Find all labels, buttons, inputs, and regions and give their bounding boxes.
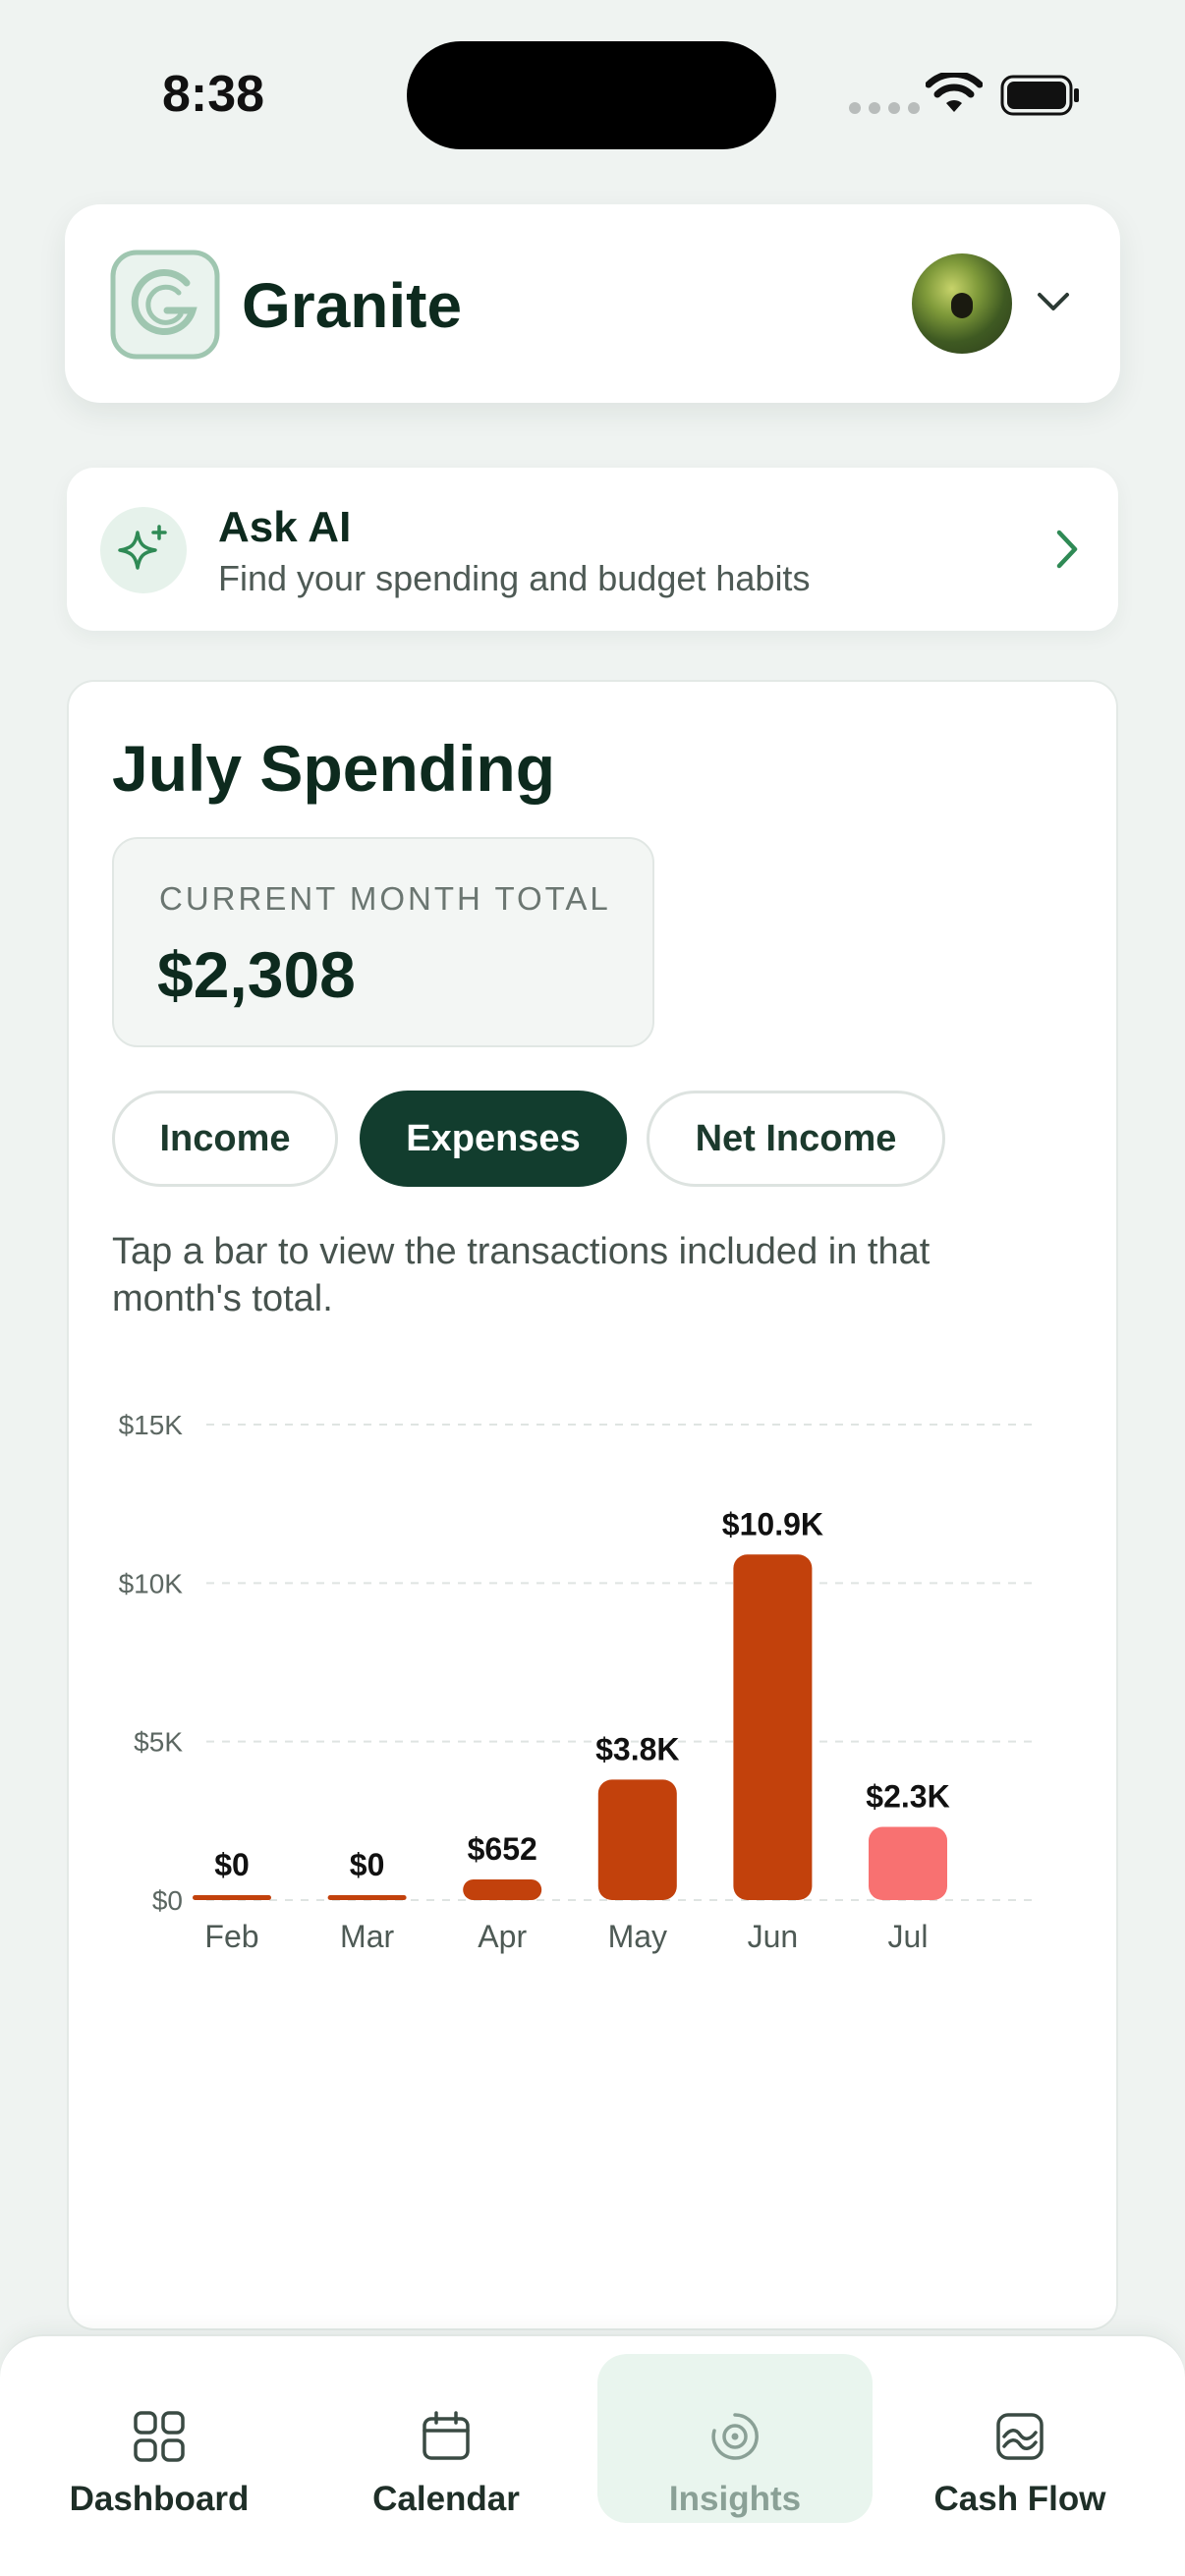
spending-card: July Spending CURRENT MONTH TOTAL $2,308… xyxy=(67,680,1118,2330)
ask-ai-title: Ask AI xyxy=(218,503,352,551)
grid-icon xyxy=(134,2411,185,2462)
status-time: 8:38 xyxy=(162,66,265,123)
tab-cash-flow[interactable]: Cash Flow xyxy=(882,2354,1157,2523)
cellular-signal-icon xyxy=(849,102,920,114)
x-tick-label: Mar xyxy=(340,1919,394,1954)
x-tick-label: May xyxy=(608,1919,667,1954)
tab-label: Calendar xyxy=(372,2480,520,2518)
y-tick-label: $0 xyxy=(152,1885,183,1916)
bar-value-label: $0 xyxy=(350,1847,385,1882)
segment-net-income[interactable]: Net Income xyxy=(647,1091,945,1187)
chart-bar xyxy=(193,1895,271,1900)
chevron-right-icon xyxy=(1056,530,1078,569)
cash-flow-icon xyxy=(996,2413,1044,2460)
y-tick-label: $10K xyxy=(119,1568,184,1598)
bar-value-label: $10.9K xyxy=(722,1506,823,1541)
wifi-icon xyxy=(926,73,983,112)
insights-icon xyxy=(711,2413,759,2460)
ask-ai-icon-wrap xyxy=(100,507,187,593)
tab-label: Cash Flow xyxy=(933,2480,1106,2518)
month-total-box: CURRENT MONTH TOTAL $2,308 xyxy=(112,837,654,1047)
x-tick-label: Jun xyxy=(748,1919,799,1954)
tab-dashboard[interactable]: Dashboard xyxy=(22,2354,297,2523)
account-menu-toggle[interactable] xyxy=(1016,267,1095,336)
app-title: Granite xyxy=(242,270,463,341)
month-total-label: CURRENT MONTH TOTAL xyxy=(159,880,611,917)
y-tick-label: $5K xyxy=(134,1727,183,1758)
ask-ai-subtitle: Find your spending and budget habits xyxy=(218,558,811,598)
bar-value-label: $2.3K xyxy=(866,1779,949,1815)
chart-bar xyxy=(327,1895,407,1900)
ask-ai-card[interactable]: Ask AI Find your spending and budget hab… xyxy=(67,468,1118,631)
x-tick-label: Jul xyxy=(888,1919,929,1954)
header-card: Granite xyxy=(65,204,1120,403)
status-bar: 8:38 xyxy=(0,0,1185,187)
tab-calendar[interactable]: Calendar xyxy=(309,2354,584,2523)
chevron-down-icon xyxy=(1038,293,1069,310)
tab-bar: Dashboard Calendar Insights Cash Flow xyxy=(0,2334,1185,2576)
x-tick-label: Feb xyxy=(204,1919,258,1954)
chart-bar xyxy=(869,1826,947,1900)
tab-label: Dashboard xyxy=(69,2480,250,2518)
x-tick-label: Apr xyxy=(478,1919,527,1954)
chart-hint: Tap a bar to view the transactions inclu… xyxy=(112,1231,931,1319)
segment-expenses[interactable]: Expenses xyxy=(360,1091,627,1187)
spending-title: July Spending xyxy=(112,732,556,805)
chart-bar xyxy=(463,1878,542,1900)
segment-income[interactable]: Income xyxy=(112,1091,338,1187)
chart-bar xyxy=(597,1779,677,1900)
tab-insights[interactable]: Insights xyxy=(597,2354,873,2523)
y-tick-label: $15K xyxy=(119,1410,184,1440)
dynamic-island xyxy=(407,41,776,149)
tab-label: Insights xyxy=(668,2480,802,2518)
sparkle-icon xyxy=(118,525,167,570)
month-total-value: $2,308 xyxy=(157,938,356,1011)
battery-icon xyxy=(1000,75,1079,116)
granite-logo-icon xyxy=(110,250,220,360)
avatar[interactable] xyxy=(912,253,1012,354)
spending-bar-chart: $0 $5K $10K $15K $0 Feb $0 Mar $652 Apr $3.8K May $1… xyxy=(119,1410,1037,1954)
calendar-icon xyxy=(423,2411,470,2460)
bar-value-label: $0 xyxy=(214,1847,250,1882)
bar-value-label: $3.8K xyxy=(595,1731,679,1766)
bar-value-label: $652 xyxy=(468,1831,537,1867)
chart-bar xyxy=(733,1554,813,1900)
